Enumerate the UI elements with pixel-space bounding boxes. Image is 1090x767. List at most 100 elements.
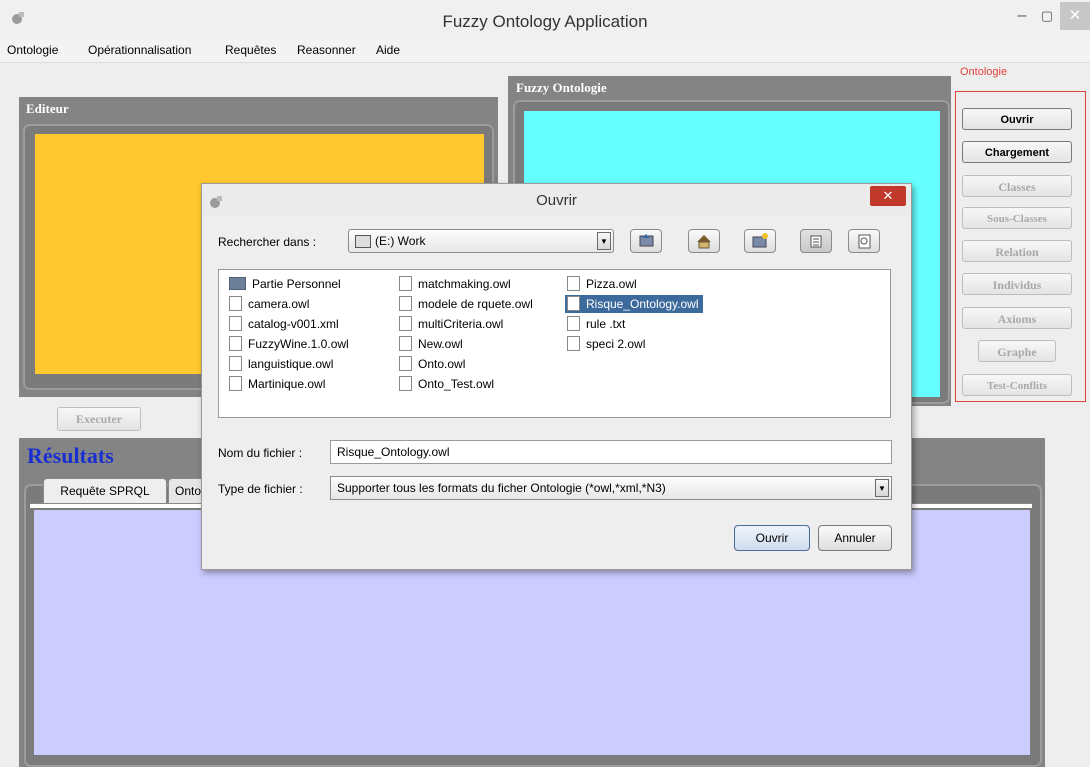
list-view-button[interactable] — [800, 229, 832, 253]
file-name: New.owl — [418, 337, 463, 351]
ouvrir-button[interactable]: Ouvrir — [962, 108, 1072, 130]
filetype-label: Type de fichier : — [218, 482, 303, 496]
new-folder-button[interactable] — [744, 229, 776, 253]
dialog-open-button[interactable]: Ouvrir — [734, 525, 810, 551]
axioms-button[interactable]: Axioms — [962, 307, 1072, 329]
file-list-item[interactable]: speci 2.owl — [567, 335, 645, 353]
home-button[interactable] — [688, 229, 720, 253]
file-icon — [229, 376, 242, 392]
minimize-button[interactable]: – — [1010, 2, 1034, 30]
file-icon — [567, 276, 580, 292]
details-view-button[interactable] — [848, 229, 880, 253]
file-name: matchmaking.owl — [418, 277, 511, 291]
list-view-icon — [810, 235, 822, 248]
file-name: Partie Personnel — [252, 277, 341, 291]
file-list-item[interactable]: Pizza.owl — [567, 275, 637, 293]
file-name: camera.owl — [248, 297, 310, 311]
drive-icon — [355, 235, 371, 249]
file-icon — [229, 336, 242, 352]
file-name: Martinique.owl — [248, 377, 326, 391]
individus-button[interactable]: Individus — [962, 273, 1072, 295]
tab-onto[interactable]: Onto — [168, 478, 204, 504]
look-in-combo[interactable]: (E:) Work ▼ — [348, 229, 614, 253]
file-icon — [399, 336, 412, 352]
new-folder-icon — [752, 233, 768, 248]
home-icon — [697, 235, 711, 249]
close-button[interactable]: ✕ — [1060, 2, 1090, 30]
relation-button[interactable]: Relation — [962, 240, 1072, 262]
file-name: Risque_Ontology.owl — [586, 297, 699, 311]
file-name: modele de rquete.owl — [418, 297, 533, 311]
editor-title: Editeur — [26, 101, 69, 116]
file-name: Onto_Test.owl — [418, 377, 495, 391]
menu-operationnalisation[interactable]: Opérationnalisation — [88, 43, 191, 57]
execute-button[interactable]: Executer — [57, 407, 141, 431]
classes-button[interactable]: Classes — [962, 175, 1072, 197]
open-dialog: Ouvrir ✕ Rechercher dans : (E:) Work ▼ P… — [201, 183, 912, 570]
file-name: speci 2.owl — [586, 337, 646, 351]
chevron-down-icon: ▼ — [597, 232, 611, 250]
file-list-item[interactable]: Martinique.owl — [229, 375, 325, 393]
folder-icon — [229, 277, 246, 291]
filename-label: Nom du fichier : — [218, 446, 303, 460]
file-list-item[interactable]: matchmaking.owl — [399, 275, 511, 293]
dialog-close-button[interactable]: ✕ — [870, 186, 906, 206]
file-icon — [399, 356, 412, 372]
file-icon — [399, 276, 412, 292]
menu-reasonner[interactable]: Reasonner — [297, 43, 356, 57]
file-name: catalog-v001.xml — [248, 317, 339, 331]
file-list-item[interactable]: Onto.owl — [399, 355, 465, 373]
graphe-button[interactable]: Graphe — [978, 340, 1056, 362]
details-view-icon — [858, 234, 871, 249]
file-list-item[interactable]: FuzzyWine.1.0.owl — [229, 335, 349, 353]
file-icon — [567, 336, 580, 352]
file-icon — [229, 296, 242, 312]
window-title: Fuzzy Ontology Application — [442, 12, 648, 31]
ontology-group-label: Ontologie — [960, 66, 1008, 78]
file-icon — [399, 316, 412, 332]
file-name: multiCriteria.owl — [418, 317, 504, 331]
filetype-value: Supporter tous les formats du ficher Ont… — [337, 481, 666, 495]
menu-ontologie[interactable]: Ontologie — [7, 43, 58, 57]
up-folder-icon — [639, 234, 654, 247]
file-icon — [567, 296, 580, 312]
file-list-item[interactable]: Risque_Ontology.owl — [565, 295, 703, 313]
file-icon — [229, 316, 242, 332]
file-name: Pizza.owl — [586, 277, 637, 291]
menu-aide[interactable]: Aide — [376, 43, 400, 57]
filetype-combo[interactable]: Supporter tous les formats du ficher Ont… — [330, 476, 892, 500]
dialog-title: Ouvrir — [536, 192, 577, 209]
fuzzy-title: Fuzzy Ontologie — [516, 80, 607, 95]
results-title: Résultats — [27, 443, 114, 468]
tab-requete-sprql[interactable]: Requête SPRQL — [43, 478, 167, 504]
file-name: Onto.owl — [418, 357, 466, 371]
look-in-label: Rechercher dans : — [218, 235, 317, 249]
file-list-item[interactable]: multiCriteria.owl — [399, 315, 503, 333]
menu-requetes[interactable]: Requêtes — [225, 43, 276, 57]
look-in-value: (E:) Work — [375, 234, 426, 248]
file-name: languistique.owl — [248, 357, 334, 371]
file-icon — [399, 376, 412, 392]
file-icon — [399, 296, 412, 312]
file-list-item[interactable]: camera.owl — [229, 295, 309, 313]
file-list-item[interactable]: languistique.owl — [229, 355, 333, 373]
file-list-item[interactable]: Onto_Test.owl — [399, 375, 494, 393]
chevron-down-icon: ▼ — [875, 479, 889, 497]
file-icon — [229, 356, 242, 372]
file-list[interactable]: Partie Personnel camera.owl catalog-v001.x… — [218, 269, 891, 418]
up-folder-button[interactable] — [630, 229, 662, 253]
chargement-button[interactable]: Chargement — [962, 141, 1072, 163]
sous-classes-button[interactable]: Sous-Classes — [962, 207, 1072, 229]
file-list-item[interactable]: rule .txt — [567, 315, 625, 333]
file-list-item[interactable]: catalog-v001.xml — [229, 315, 339, 333]
file-name: rule .txt — [586, 317, 626, 331]
file-icon — [567, 316, 580, 332]
maximize-button[interactable]: ▢ — [1034, 2, 1060, 30]
file-name: FuzzyWine.1.0.owl — [248, 337, 349, 351]
file-list-item[interactable]: Partie Personnel — [229, 275, 341, 293]
dialog-cancel-button[interactable]: Annuler — [818, 525, 892, 551]
filename-field[interactable]: Risque_Ontology.owl — [330, 440, 892, 464]
test-conflits-button[interactable]: Test-Conflits — [962, 374, 1072, 396]
file-list-item[interactable]: modele de rquete.owl — [399, 295, 533, 313]
file-list-item[interactable]: New.owl — [399, 335, 463, 353]
